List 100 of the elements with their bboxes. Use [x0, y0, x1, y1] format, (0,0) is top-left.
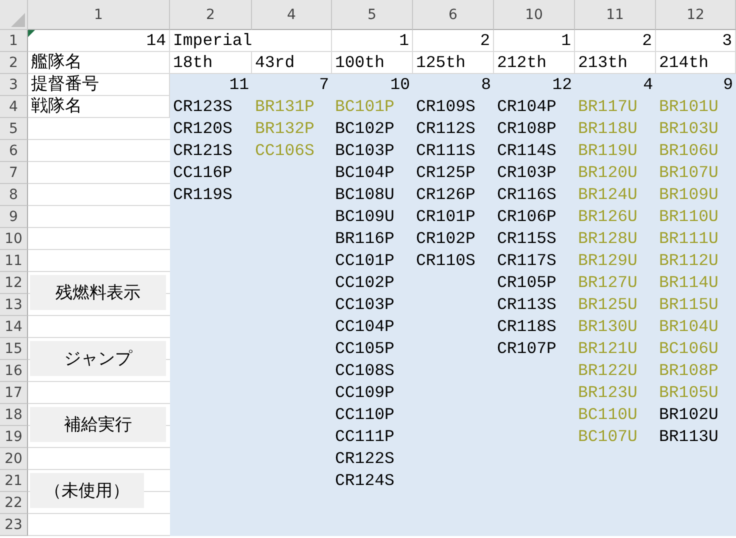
table-cell-text: BR104U — [658, 316, 720, 338]
table-cell-text: CR118S — [496, 316, 558, 338]
row-header: 3 — [0, 74, 28, 96]
table-cell: 18th — [170, 52, 252, 74]
table-cell-text: CR111S — [415, 140, 476, 162]
table-cell: 100th — [332, 52, 413, 74]
table-cell-text: BR107U — [658, 162, 720, 184]
row-header: 16 — [0, 360, 28, 382]
row-header: 22 — [0, 492, 28, 514]
table-cell-text: BC102P — [334, 118, 396, 140]
table-cell-text: 7 — [318, 74, 330, 96]
table-cell-text: CR101P — [415, 206, 476, 228]
table-cell-text: BR120U — [577, 162, 638, 184]
row-header: 6 — [0, 140, 28, 162]
row-header: 15 — [0, 338, 28, 360]
sheet-button[interactable]: （未使用） — [30, 473, 144, 508]
table-cell-text: 8 — [480, 74, 492, 96]
table-cell: 213th — [575, 52, 656, 74]
table-cell-text: CR126P — [415, 184, 476, 206]
row-header: 13 — [0, 294, 28, 316]
column-header: 1 — [28, 0, 170, 30]
table-cell-text: BR127U — [577, 272, 638, 294]
table-cell-text: BR124U — [577, 184, 638, 206]
table-cell-text: BR121U — [577, 338, 638, 360]
table-cell-text: CC103P — [334, 294, 396, 316]
table-cell-text: CR115S — [496, 228, 558, 250]
sheet-button[interactable]: 残燃料表示 — [30, 275, 166, 310]
table-cell-text: CR104P — [496, 96, 558, 118]
row-header: 14 — [0, 316, 28, 338]
table-cell-text: 11 — [228, 74, 250, 96]
table-cell-text: CR119S — [172, 184, 234, 206]
table-cell-text: BR101U — [658, 96, 720, 118]
table-cell-text: CC102P — [334, 272, 396, 294]
column-header: 4 — [252, 0, 332, 30]
row-header: 11 — [0, 250, 28, 272]
row-header: 12 — [0, 272, 28, 294]
column-header: 5 — [332, 0, 413, 30]
table-cell-text: BR123U — [577, 382, 638, 404]
row-header: 9 — [0, 206, 28, 228]
table-cell-text: CC108S — [334, 360, 396, 382]
table-cell-text: CC110P — [334, 404, 396, 426]
row-header: 18 — [0, 404, 28, 426]
table-cell-text: 12 — [551, 74, 573, 96]
table-cell: 2 — [413, 30, 494, 52]
table-cell-text: BR117U — [577, 96, 638, 118]
table-cell-text: BR111U — [658, 228, 720, 250]
table-cell-text: CR120S — [172, 118, 234, 140]
row-header: 2 — [0, 52, 28, 74]
table-cell-text: BR103U — [658, 118, 720, 140]
column-header: 12 — [656, 0, 736, 30]
row-header: 19 — [0, 426, 28, 448]
table-cell-text: BR129U — [577, 250, 638, 272]
table-cell-text: 9 — [722, 74, 734, 96]
table-cell-text: 4 — [642, 74, 654, 96]
column-header: 11 — [575, 0, 656, 30]
table-cell-text: CR102P — [415, 228, 476, 250]
table-cell-text: CR121S — [172, 140, 234, 162]
row-header: 10 — [0, 228, 28, 250]
row-header: 7 — [0, 162, 28, 184]
table-cell-text: CC101P — [334, 250, 396, 272]
table-cell-text: BR112U — [658, 250, 720, 272]
table-cell-text: BC107U — [577, 426, 638, 448]
select-all-icon[interactable] — [11, 13, 25, 27]
sheet-button[interactable]: 補給実行 — [30, 407, 166, 442]
table-cell: 43rd — [252, 52, 332, 74]
sheet-button[interactable]: ジャンプ — [30, 341, 166, 376]
table-cell-text: CC106S — [254, 140, 316, 162]
table-cell-text: CR103P — [496, 162, 558, 184]
row-header: 8 — [0, 184, 28, 206]
table-cell-text: BR122U — [577, 360, 638, 382]
table-cell-text: CR107P — [496, 338, 558, 360]
table-cell-text: BC104P — [334, 162, 396, 184]
table-cell: 212th — [494, 52, 575, 74]
table-cell: 2 — [575, 30, 656, 52]
table-cell-text: BC106U — [658, 338, 720, 360]
table-cell-text: CR125P — [415, 162, 476, 184]
table-cell-text: CR112S — [415, 118, 476, 140]
table-cell-text: BR131P — [254, 96, 316, 118]
table-cell-text: CR105P — [496, 272, 558, 294]
table-cell-text: BR102U — [658, 404, 720, 426]
table-cell-text: CR109S — [415, 96, 476, 118]
table-cell-text: BR126U — [577, 206, 638, 228]
row-header: 17 — [0, 382, 28, 404]
table-cell-text: BR115U — [658, 294, 720, 316]
table-cell-text: BC110U — [577, 404, 638, 426]
row-header: 20 — [0, 448, 28, 470]
table-cell-text: BR114U — [658, 272, 720, 294]
table-cell-text: BR110U — [658, 206, 720, 228]
table-cell: 1 — [494, 30, 575, 52]
table-cell-text: BC109U — [334, 206, 396, 228]
table-cell-text: CR123S — [172, 96, 234, 118]
table-cell-text: CC116P — [172, 162, 234, 184]
table-cell: 3 — [656, 30, 736, 52]
table-cell-text: CR114S — [496, 140, 558, 162]
row-header: 1 — [0, 30, 28, 52]
table-cell-text: CR106P — [496, 206, 558, 228]
table-cell: 125th — [413, 52, 494, 74]
table-cell: 1 — [332, 30, 413, 52]
table-cell-text: CR110S — [415, 250, 476, 272]
table-cell: 提督番号 — [28, 74, 170, 96]
